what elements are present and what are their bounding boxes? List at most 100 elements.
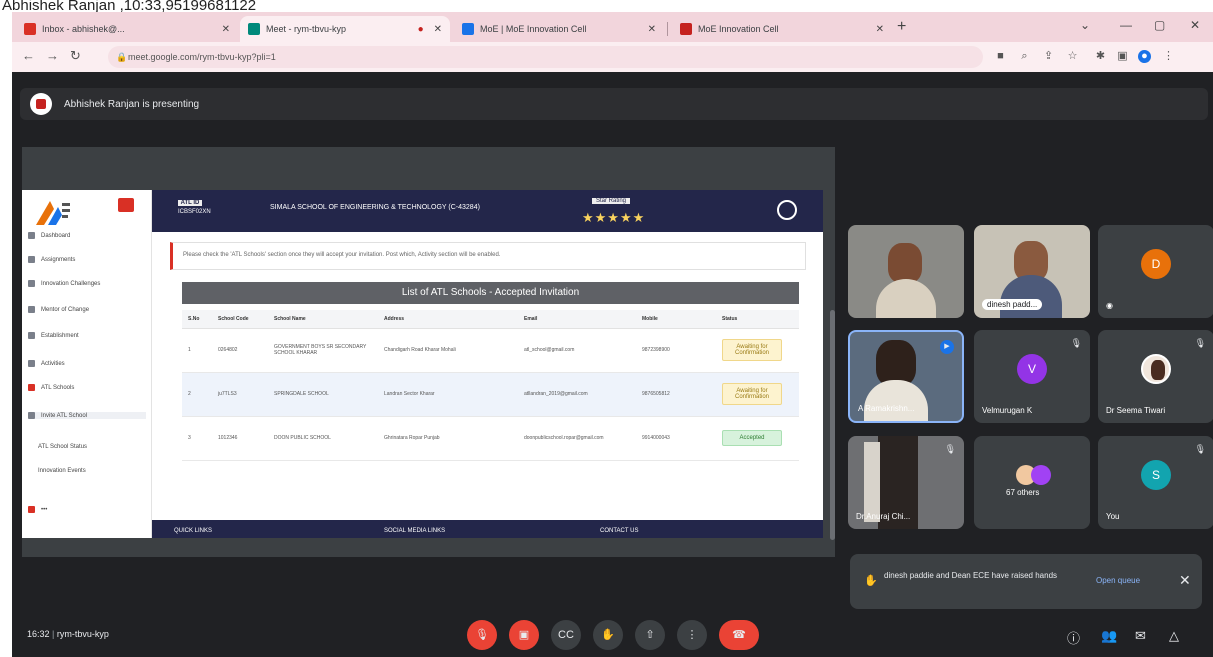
avatar — [1031, 465, 1052, 486]
open-queue-button[interactable]: Open queue — [1096, 576, 1140, 585]
zoom-icon[interactable]: ⌕ — [1018, 50, 1031, 63]
sidebar-subitem[interactable]: ATL School Status — [28, 444, 146, 450]
meeting-code: rym-tbvu-kyp — [56, 629, 109, 639]
sidebar-item[interactable]: Assignments — [28, 256, 146, 263]
participant-tile[interactable]: ▶ A Ramakrishn... — [848, 330, 964, 423]
avatar: S — [1141, 460, 1171, 491]
share-icon[interactable]: ⇪ — [1042, 50, 1055, 63]
close-icon[interactable]: ✕ — [222, 24, 230, 35]
reload-icon[interactable]: ↻ — [70, 48, 81, 64]
table-row: 3 1012346 DOON PUBLIC SCHOOL Ghrinatara … — [182, 416, 799, 461]
profile-icon[interactable]: ● — [1138, 50, 1151, 63]
close-icon[interactable]: ✕ — [648, 24, 656, 35]
hand-icon: ✋ — [864, 575, 878, 587]
gmail-icon — [24, 23, 36, 35]
participant-video — [888, 243, 922, 283]
presenting-banner: Abhishek Ranjan is presenting — [20, 88, 1208, 120]
rating-label: Star Rating — [592, 198, 631, 204]
bookmark-star-icon[interactable]: ☆ — [1066, 50, 1079, 63]
column-header: S.No — [182, 310, 212, 329]
tab-gmail[interactable]: Inbox - abhishek@... ✕ — [16, 16, 238, 42]
info-icon[interactable]: ⓘ — [1067, 628, 1080, 647]
sidebar-subitem[interactable]: Innovation Events — [28, 468, 146, 474]
footer-heading: CONTACT US — [600, 528, 639, 534]
column-header: School Name — [268, 310, 378, 329]
participant-tile[interactable]: 67 others — [974, 436, 1090, 529]
mic-toggle-button[interactable]: 🎙 — [467, 620, 497, 650]
sidebar-item[interactable]: Activities — [28, 360, 146, 367]
sidebar-icon[interactable]: ▣ — [1116, 50, 1129, 63]
list-title: List of ATL Schools - Accepted Invitatio… — [182, 282, 799, 304]
participant-tile[interactable]: 🎙 Dr Seema Tiwari — [1098, 330, 1213, 423]
sidebar-item[interactable]: Dashboard — [28, 232, 146, 239]
school-code: ATL ID ICBSF02XN — [178, 200, 211, 215]
hamburger-menu-button[interactable] — [118, 198, 134, 212]
participant-tile[interactable]: S 🎙 You — [1098, 436, 1213, 529]
column-header: Mobile — [636, 310, 716, 329]
sidebar-item[interactable]: Mentor of Change — [28, 306, 146, 313]
new-tab-button[interactable]: + — [897, 18, 906, 36]
close-icon[interactable]: ✕ — [876, 24, 884, 35]
tab-label: Meet - rym-tbvu-kyp — [266, 24, 347, 34]
mic-off-icon: 🎙 — [944, 444, 956, 454]
sidebar-item[interactable]: ATL Schools — [28, 384, 146, 391]
participant-tile[interactable]: dinesh padd... — [974, 225, 1090, 318]
toast-text: dinesh paddie and Dean ECE have raised h… — [884, 571, 1058, 580]
sidebar-item[interactable]: ••• — [28, 506, 146, 513]
raise-hand-button[interactable]: ✋ — [593, 620, 623, 650]
menu-icon[interactable]: ⋮ — [1162, 50, 1175, 63]
column-header: Status — [716, 310, 799, 329]
participant-name: 67 others — [1006, 488, 1040, 497]
chat-icon[interactable]: ✉ — [1135, 628, 1146, 644]
participant-tile[interactable]: D ◉ — [1098, 225, 1213, 318]
participant-tile[interactable] — [848, 225, 964, 318]
mic-off-icon: 🎙 — [1194, 338, 1206, 348]
status-badge[interactable]: Accepted — [722, 430, 782, 446]
maximize-button[interactable]: ▢ — [1154, 18, 1165, 32]
address-bar[interactable]: 🔒 meet.google.com/rym-tbvu-kyp?pli=1 — [108, 46, 983, 68]
close-icon[interactable]: ✕ — [1179, 572, 1191, 589]
mic-off-icon: 🎙 — [1194, 444, 1206, 454]
avatar — [1141, 354, 1171, 385]
sidebar-item[interactable]: Establishment — [28, 332, 146, 339]
speaking-icon: ▶ — [940, 340, 954, 354]
schools-table: S.No School Code School Name Address Ema… — [182, 310, 799, 461]
people-icon[interactable]: 👥 — [1101, 628, 1117, 644]
extensions-icon[interactable]: ✱ — [1094, 50, 1107, 63]
camera-icon[interactable]: ■ — [994, 50, 1007, 63]
participant-tile[interactable]: V 🎙 Velmurugan K — [974, 330, 1090, 423]
tab-moe-cell[interactable]: MoE Innovation Cell ✕ — [672, 16, 892, 42]
site-logo-icon — [36, 201, 70, 225]
tab-strip: Inbox - abhishek@... ✕ Meet - rym-tbvu-k… — [12, 12, 1213, 42]
browser-toolbar: ← → ↻ 🔒 meet.google.com/rym-tbvu-kyp?pli… — [12, 42, 1213, 72]
window-close-button[interactable]: ✕ — [1190, 18, 1200, 32]
sidebar-item[interactable]: Invite ATL School — [28, 412, 146, 419]
meet-area: Abhishek Ranjan is presenting Dashboard … — [12, 72, 1213, 657]
status-badge[interactable]: Awaiting for Confirmation — [722, 339, 782, 361]
sidebar-item[interactable]: Innovation Challenges — [28, 280, 146, 287]
tab-search-icon[interactable]: ⌄ — [1080, 18, 1090, 32]
user-account-icon[interactable] — [777, 200, 797, 220]
camera-toggle-button[interactable]: ▣ — [509, 620, 539, 650]
more-options-button[interactable]: ⋮ — [677, 620, 707, 650]
participant-tile[interactable]: 🎙 Dr.Anuraj Chi... — [848, 436, 964, 529]
activities-icon[interactable]: △ — [1169, 628, 1179, 644]
close-icon[interactable]: ✕ — [434, 24, 442, 35]
tab-meet[interactable]: Meet - rym-tbvu-kyp ● ✕ — [240, 16, 450, 42]
site-header: ATL ID ICBSF02XN SIMALA SCHOOL OF ENGINE… — [152, 190, 823, 232]
minimize-button[interactable]: — — [1120, 18, 1132, 32]
tab-label: MoE Innovation Cell — [698, 24, 779, 34]
meeting-info: 16:32 | rym-tbvu-kyp — [27, 629, 109, 639]
tab-moe[interactable]: MoE | MoE Innovation Cell ✕ — [454, 16, 664, 42]
meeting-time: 16:32 — [27, 629, 50, 639]
presenter-text: Abhishek Ranjan is presenting — [64, 98, 200, 110]
status-badge[interactable]: Awaiting for Confirmation — [722, 383, 782, 405]
avatar: V — [1017, 354, 1047, 385]
tab-label: Inbox - abhishek@... — [42, 24, 125, 34]
meet-icon — [248, 23, 260, 35]
present-button[interactable]: ⇧ — [635, 620, 665, 650]
forward-icon[interactable]: → — [46, 48, 59, 63]
captions-button[interactable]: CC — [551, 620, 581, 650]
back-icon[interactable]: ← — [22, 48, 35, 63]
leave-call-button[interactable]: ☎ — [719, 620, 759, 650]
